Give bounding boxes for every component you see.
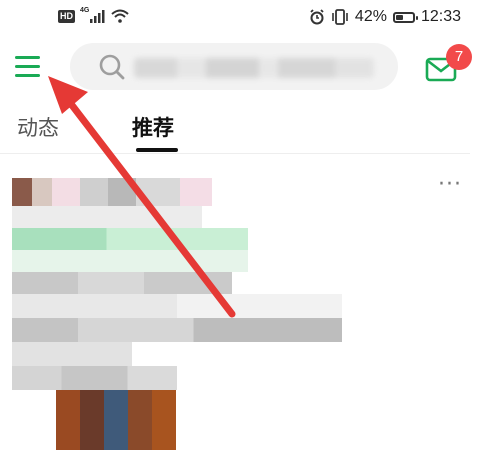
post-line-2 <box>12 272 232 294</box>
battery-percent: 42% <box>354 8 387 25</box>
active-tab-indicator <box>136 148 178 152</box>
battery-icon <box>392 11 418 23</box>
search-icon <box>99 54 125 80</box>
more-dots-icon[interactable]: ··· <box>438 174 462 196</box>
battery-fill <box>395 14 403 20</box>
tab-recommend[interactable]: 推荐 <box>132 112 174 142</box>
post-title-blur <box>12 206 202 228</box>
signal-icon <box>90 10 105 23</box>
hamburger-menu-icon[interactable] <box>14 54 42 80</box>
post-line-6 <box>12 366 177 390</box>
post-line-4 <box>12 318 342 342</box>
post-image <box>56 390 176 450</box>
vibrate-icon <box>332 9 348 25</box>
post-line-5 <box>12 342 132 366</box>
clock: 12:33 <box>420 8 461 25</box>
status-bar: HD 4G 42% 12:33 <box>0 0 485 36</box>
alarm-icon <box>310 9 324 25</box>
post-line-1 <box>12 250 248 272</box>
avatar <box>12 178 212 206</box>
mail-badge: 7 <box>446 44 472 70</box>
hd-badge: HD <box>58 9 75 23</box>
status-left: HD 4G <box>58 6 130 23</box>
feed-card[interactable] <box>0 160 485 450</box>
tab-bar: 动态 推荐 <box>0 108 485 154</box>
status-right: 42% 12:33 <box>309 8 461 26</box>
tab-divider <box>0 153 470 154</box>
post-line-3 <box>12 294 342 318</box>
network-type: 4G <box>80 6 90 14</box>
search-input[interactable] <box>70 43 398 90</box>
wifi-icon <box>111 9 130 23</box>
tab-dynamic[interactable]: 动态 <box>17 112 59 142</box>
post-highlight-blur <box>12 228 248 250</box>
search-placeholder-blur <box>134 58 374 78</box>
